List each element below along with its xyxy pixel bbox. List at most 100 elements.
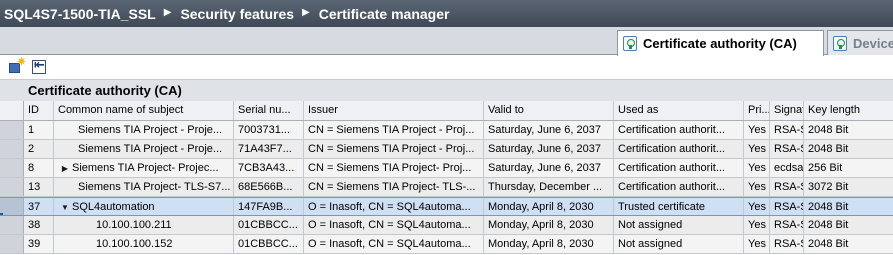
column-header-private-key[interactable]: Pri... bbox=[744, 101, 770, 120]
cell-private-key: Yes bbox=[744, 198, 770, 215]
table-row[interactable]: 38 10.100.100.211 01CBBCC... O = Inasoft, C… bbox=[0, 216, 893, 235]
cell-serial-number: 7003731... bbox=[234, 121, 304, 139]
tab-label: Certificate authority (CA) bbox=[643, 36, 797, 51]
cell-serial-number: 71A43F7... bbox=[234, 140, 304, 158]
cell-used-as[interactable]: Not assigned bbox=[614, 235, 744, 253]
row-marker bbox=[0, 213, 3, 215]
cell-common-name: Siemens TIA Project - Proje... bbox=[54, 140, 234, 158]
table-row[interactable]: 37 ▼ SQL4automation 147FA9B... O = Inasoft, … bbox=[0, 197, 893, 216]
table-row[interactable]: 2 Siemens TIA Project - Proje... 71A43F7..… bbox=[0, 140, 893, 159]
cell-common-name: Siemens TIA Project- TLS-S7... bbox=[54, 178, 234, 196]
cell-key-length: 3072 Bit bbox=[808, 181, 849, 193]
cell-common-name: ▶ Siemens TIA Project- Projec... bbox=[54, 159, 234, 177]
certificate-icon bbox=[833, 35, 847, 51]
tab-strip: Certificate authority (CA) Device bbox=[0, 27, 893, 56]
column-header-issuer[interactable]: Issuer bbox=[304, 101, 484, 120]
breadcrumb: SQL4S7-1500-TIA_SSL ▶ Security features … bbox=[0, 0, 893, 27]
common-name-text: 10.100.100.152 bbox=[96, 238, 173, 250]
collapse-arrow-icon[interactable]: ▼ bbox=[58, 199, 72, 215]
cell-valid-to: Saturday, June 6, 2037 bbox=[484, 140, 614, 158]
cell-key-length: 2048 Bit bbox=[808, 238, 849, 250]
column-header-used-as[interactable]: Used as bbox=[614, 101, 744, 120]
column-header-valid-to[interactable]: Valid to bbox=[484, 101, 614, 120]
cell-id: 13 bbox=[24, 178, 54, 196]
cell-common-name: 10.100.100.211 bbox=[54, 216, 234, 234]
column-header-key-length[interactable]: Key length bbox=[804, 101, 893, 120]
cell-used-as[interactable]: Certification authorit... bbox=[614, 121, 744, 139]
certificate-icon bbox=[623, 36, 637, 51]
cell-id: 2 bbox=[24, 140, 54, 158]
common-name-text: Siemens TIA Project- Projec... bbox=[72, 162, 219, 174]
cell-signature: RSA-S... bbox=[770, 178, 804, 196]
row-handle[interactable] bbox=[0, 159, 24, 177]
cell-valid-to: Thursday, December ... bbox=[484, 178, 614, 196]
common-name-text: 10.100.100.211 bbox=[96, 219, 172, 231]
cell-key-length: 2048 Bit bbox=[808, 143, 849, 155]
cell-key-length: 2048 Bit bbox=[808, 201, 849, 213]
cell-signature: ecdsa... bbox=[770, 159, 804, 177]
row-handle[interactable] bbox=[0, 140, 24, 158]
cell-serial-number: 68E566B... bbox=[234, 178, 304, 196]
table-row[interactable]: 8 ▶ Siemens TIA Project- Projec... 7CB3A43.… bbox=[0, 159, 893, 178]
cell-common-name: ▼ SQL4automation bbox=[54, 198, 234, 215]
cell-valid-to: Monday, April 8, 2030 bbox=[484, 235, 614, 253]
column-header-common-name[interactable]: Common name of subject bbox=[54, 101, 234, 120]
cell-serial-number: 7CB3A43... bbox=[234, 159, 304, 177]
breadcrumb-project[interactable]: SQL4S7-1500-TIA_SSL bbox=[4, 6, 156, 22]
table-row[interactable]: 39 10.100.100.152 01CBBCC... O = Inasoft, C… bbox=[0, 235, 893, 254]
cell-private-key: Yes bbox=[744, 121, 770, 139]
cell-issuer: O = Inasoft, CN = SQL4automa... bbox=[304, 216, 484, 234]
column-header-signature[interactable]: Signat... bbox=[770, 101, 804, 120]
cell-issuer: O = Inasoft, CN = SQL4automa... bbox=[304, 235, 484, 253]
cell-private-key: Yes bbox=[744, 178, 770, 196]
common-name-text: Siemens TIA Project - Proje... bbox=[78, 124, 223, 136]
cell-signature: RSA-S... bbox=[770, 216, 804, 234]
import-certificate-button[interactable]: ⇤ bbox=[32, 57, 48, 75]
tab-certificate-authority[interactable]: Certificate authority (CA) bbox=[617, 30, 824, 56]
row-handle[interactable] bbox=[0, 178, 24, 196]
cell-id: 8 bbox=[24, 159, 54, 177]
breadcrumb-separator-icon: ▶ bbox=[163, 7, 172, 18]
row-handle[interactable] bbox=[0, 198, 24, 215]
cell-valid-to: Saturday, June 6, 2037 bbox=[484, 121, 614, 139]
cell-serial-number: 01CBBCC... bbox=[234, 235, 304, 253]
cell-used-as[interactable]: Certification authorit... bbox=[614, 159, 744, 177]
column-header-serial-number[interactable]: Serial nu... bbox=[234, 101, 304, 120]
cell-private-key: Yes bbox=[744, 235, 770, 253]
cell-used-as[interactable]: Certification authorit... bbox=[614, 140, 744, 158]
cell-id: 1 bbox=[24, 121, 54, 139]
tab-device[interactable]: Device bbox=[827, 30, 893, 55]
cell-issuer: CN = Siemens TIA Project - Proj... bbox=[304, 140, 484, 158]
column-header-id[interactable]: ID bbox=[24, 101, 54, 120]
common-name-text: Siemens TIA Project - Proje... bbox=[78, 143, 223, 155]
cell-private-key: Yes bbox=[744, 216, 770, 234]
table-row[interactable]: 1 Siemens TIA Project - Proje... 7003731..… bbox=[0, 121, 893, 140]
breadcrumb-separator-icon: ▶ bbox=[302, 7, 310, 18]
new-certificate-button[interactable]: ✷ bbox=[8, 55, 27, 75]
common-name-text: SQL4automation bbox=[72, 201, 155, 213]
cell-issuer: O = Inasoft, CN = SQL4automa... bbox=[304, 198, 484, 215]
certificate-table: ID Common name of subject Serial nu... I… bbox=[0, 101, 893, 254]
cell-private-key: Yes bbox=[744, 140, 770, 158]
cell-used-as[interactable]: Trusted certificate bbox=[614, 198, 744, 215]
cell-used-as[interactable]: Certification authorit... bbox=[614, 178, 744, 196]
cell-signature: RSA-S... bbox=[770, 121, 804, 139]
table-row[interactable]: 13 Siemens TIA Project- TLS-S7... 68E566B.… bbox=[0, 178, 893, 197]
cell-valid-to: Saturday, June 6, 2037 bbox=[484, 159, 614, 177]
breadcrumb-security-features[interactable]: Security features bbox=[180, 6, 294, 22]
row-handle[interactable] bbox=[0, 216, 24, 234]
cell-signature: RSA-S... bbox=[770, 140, 804, 158]
common-name-text: Siemens TIA Project- TLS-S7... bbox=[78, 181, 231, 193]
cell-key-length: 2048 Bit bbox=[808, 124, 849, 136]
row-handle[interactable] bbox=[0, 121, 24, 139]
cell-used-as[interactable]: Not assigned bbox=[614, 216, 744, 234]
tab-label: Device bbox=[853, 35, 893, 51]
row-header-corner bbox=[0, 101, 24, 120]
breadcrumb-certificate-manager: Certificate manager bbox=[318, 5, 450, 22]
cell-key-length: 256 Bit bbox=[808, 162, 843, 174]
table-body: 1 Siemens TIA Project - Proje... 7003731..… bbox=[0, 121, 893, 254]
row-handle[interactable] bbox=[0, 235, 24, 253]
cell-serial-number: 01CBBCC... bbox=[234, 216, 304, 234]
cell-id: 38 bbox=[24, 216, 54, 234]
expand-arrow-icon[interactable]: ▶ bbox=[58, 160, 72, 177]
